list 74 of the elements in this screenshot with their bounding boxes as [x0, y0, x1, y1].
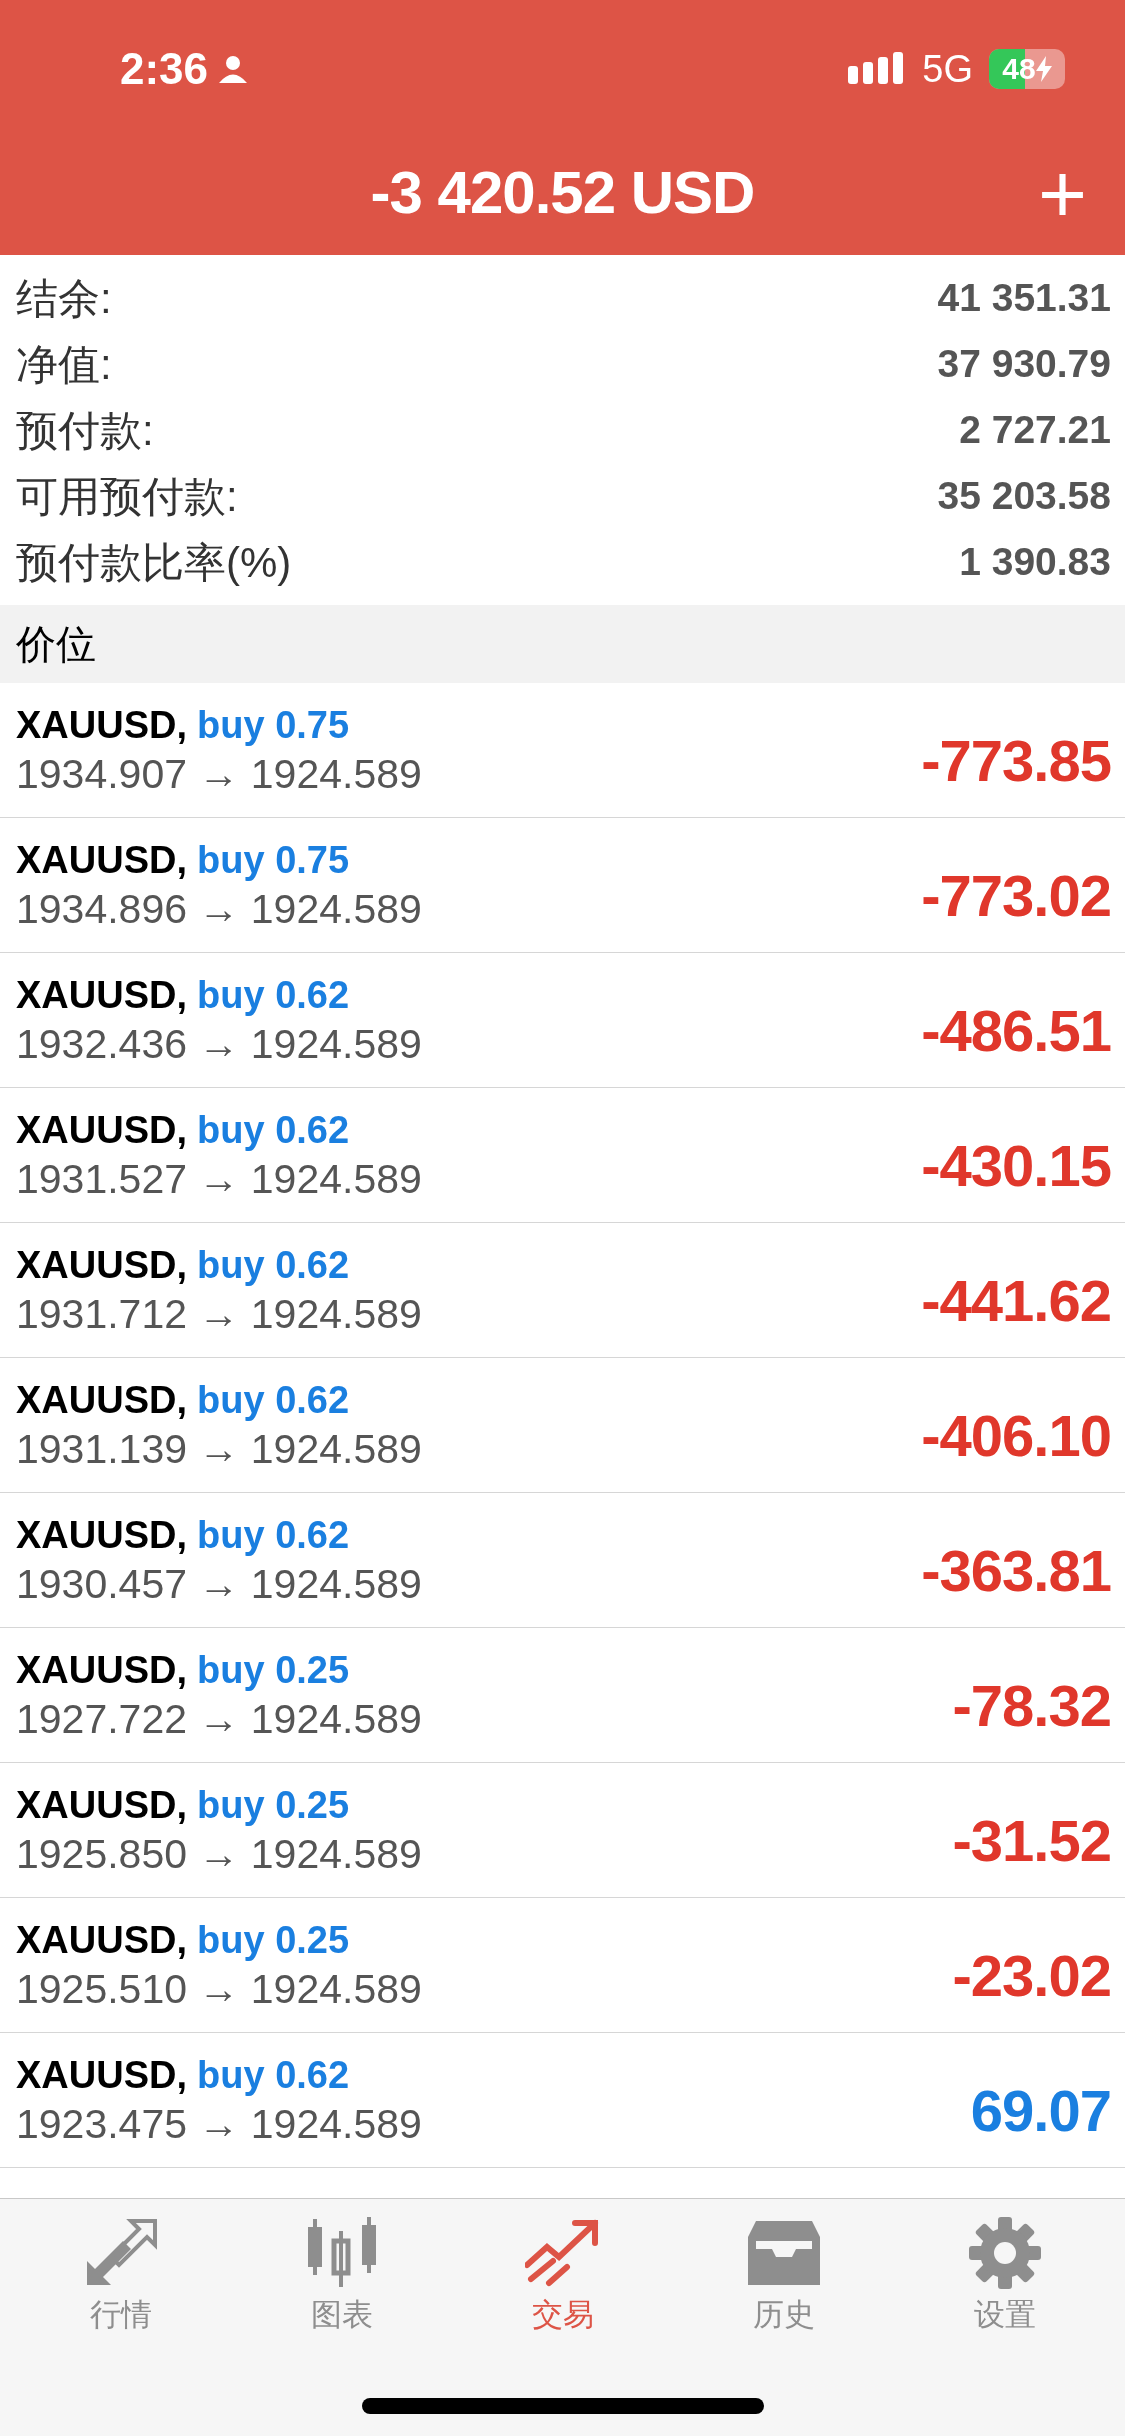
position-order: buy 0.62	[197, 1380, 350, 1419]
position-row[interactable]: XAUUSD, buy 0.75 1934.907 → 1924.589 -773.85	[0, 683, 1125, 818]
position-symbol: XAUUSD,	[16, 1920, 188, 1959]
position-row[interactable]: XAUUSD, buy 0.25 1925.850 → 1924.589 -31.52	[0, 1763, 1125, 1898]
position-profit: -406.10	[921, 1401, 1111, 1470]
position-symbol: XAUUSD,	[16, 1245, 188, 1284]
position-profit: -773.85	[921, 726, 1111, 795]
position-profit: -31.52	[952, 1806, 1111, 1875]
tab-item[interactable]: 交易	[462, 2217, 663, 2330]
position-prices: 1934.907 → 1924.589	[16, 753, 422, 795]
position-prices: 1932.436 → 1924.589	[16, 1023, 422, 1065]
position-row[interactable]: XAUUSD, buy 0.25 1925.510 → 1924.589 -23.02	[0, 1898, 1125, 2033]
status-time: 2:36	[120, 43, 209, 95]
settings-icon	[966, 2217, 1043, 2289]
position-row[interactable]: XAUUSD, buy 0.62 1932.436 → 1924.589 -486.51	[0, 953, 1125, 1088]
position-order: buy 0.75	[197, 705, 350, 744]
position-prices: 1927.722 → 1924.589	[16, 1698, 422, 1740]
position-prices: 1934.896 → 1924.589	[16, 888, 422, 930]
position-prices: 1931.712 → 1924.589	[16, 1293, 422, 1335]
add-button[interactable]: +	[1037, 150, 1087, 235]
position-symbol: XAUUSD,	[16, 1515, 188, 1554]
position-profit: -363.81	[921, 1536, 1111, 1605]
summary-label: 结余:	[16, 273, 112, 324]
position-row[interactable]: XAUUSD, buy 0.62 1931.139 → 1924.589 -406.10	[0, 1358, 1125, 1493]
balance-title: -3 420.52 USD	[370, 157, 755, 228]
summary-value: 2 727.21	[959, 406, 1111, 453]
position-order: buy 0.62	[197, 1110, 350, 1149]
position-symbol: XAUUSD,	[16, 2055, 188, 2094]
summary-label: 预付款比率(%)	[16, 537, 292, 588]
summary-value: 37 930.79	[937, 340, 1111, 387]
position-row[interactable]: XAUUSD, buy 0.62 1931.527 → 1924.589 -430.15	[0, 1088, 1125, 1223]
position-profit: 69.07	[970, 2076, 1111, 2145]
position-order: buy 0.25	[197, 1920, 350, 1959]
position-prices: 1931.139 → 1924.589	[16, 1428, 422, 1470]
position-profit: -773.02	[921, 861, 1111, 930]
summary-label: 净值:	[16, 339, 112, 390]
position-profit: -23.02	[952, 1941, 1111, 2010]
position-row[interactable]: XAUUSD, buy 0.62 1930.457 → 1924.589 -363.81	[0, 1493, 1125, 1628]
position-order: buy 0.25	[197, 1785, 350, 1824]
position-profit: -486.51	[921, 996, 1111, 1065]
summary-value: 41 351.31	[937, 274, 1111, 321]
position-order: buy 0.62	[197, 2055, 350, 2094]
summary-label: 可用预付款:	[16, 471, 238, 522]
position-symbol: XAUUSD,	[16, 1650, 188, 1689]
position-profit: -78.32	[952, 1671, 1111, 1740]
position-symbol: XAUUSD,	[16, 1110, 188, 1149]
position-order: buy 0.62	[197, 975, 350, 1014]
position-prices: 1931.527 → 1924.589	[16, 1158, 422, 1200]
person-icon	[218, 54, 249, 84]
position-symbol: XAUUSD,	[16, 840, 188, 879]
summary-value: 1 390.83	[959, 538, 1111, 585]
position-order: buy 0.75	[197, 840, 350, 879]
position-symbol: XAUUSD,	[16, 975, 188, 1014]
section-title: 价位	[16, 621, 96, 668]
position-profit: -430.15	[921, 1131, 1111, 1200]
position-row[interactable]: XAUUSD, buy 0.62 1923.475 → 1924.589 69.07	[0, 2033, 1125, 2168]
position-order: buy 0.62	[197, 1245, 350, 1284]
position-row[interactable]: XAUUSD, buy 0.62 1931.712 → 1924.589 -441.62	[0, 1223, 1125, 1358]
network-type: 5G	[922, 46, 973, 92]
summary-label: 预付款:	[16, 405, 154, 456]
position-profit: -441.62	[921, 1266, 1111, 1335]
position-row[interactable]: XAUUSD, buy 0.75 1934.896 → 1924.589 -773.02	[0, 818, 1125, 953]
position-order: buy 0.62	[197, 1515, 350, 1554]
position-prices: 1925.850 → 1924.589	[16, 1833, 422, 1875]
position-symbol: XAUUSD,	[16, 705, 188, 744]
position-symbol: XAUUSD,	[16, 1785, 188, 1824]
position-prices: 1923.475 → 1924.589	[16, 2103, 422, 2145]
position-prices: 1930.457 → 1924.589	[16, 1563, 422, 1605]
position-prices: 1925.510 → 1924.589	[16, 1968, 422, 2010]
position-row[interactable]: XAUUSD, buy 0.25 1927.722 → 1924.589 -78.32	[0, 1628, 1125, 1763]
position-order: buy 0.25	[197, 1650, 350, 1689]
summary-value: 35 203.58	[937, 472, 1111, 519]
position-symbol: XAUUSD,	[16, 1380, 188, 1419]
trend-up-icon	[524, 2217, 601, 2289]
